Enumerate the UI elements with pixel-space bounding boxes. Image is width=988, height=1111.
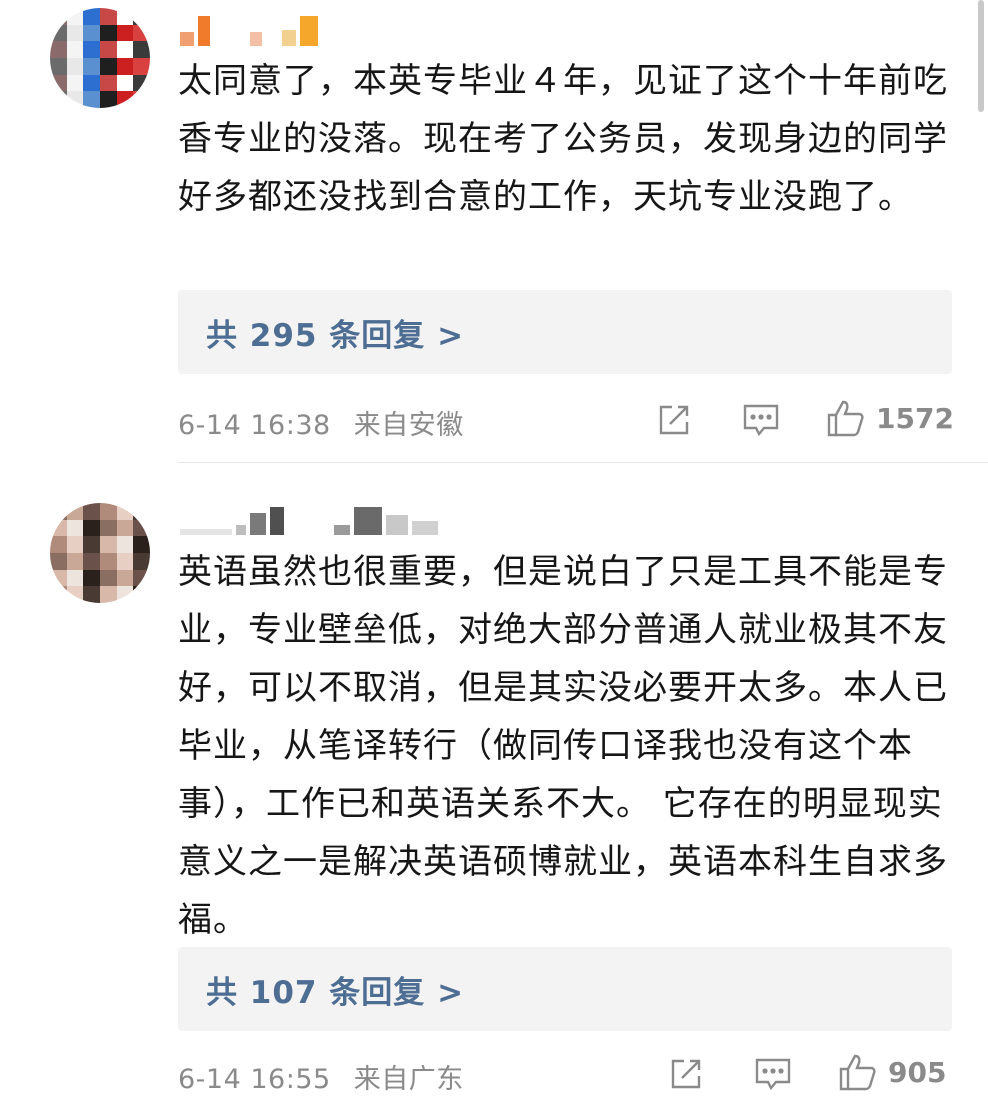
comment-2: 英语虽然也很重要，但是说白了只是工具不能是专业，专业壁垒低，对绝大部分普通人就业… (0, 463, 988, 1111)
comment-button[interactable] (754, 1056, 792, 1092)
comment-icon (755, 1058, 791, 1091)
replies-count-label: 共 107 条回复 > (206, 974, 465, 1011)
comment-meta: 6-14 16:55 来自广东 (178, 1057, 464, 1096)
username-redacted[interactable] (180, 499, 442, 535)
like-icon (839, 1054, 876, 1091)
comment-text: 太同意了，本英专毕业４年，见证了这个十年前吃香专业的没落。现在考了公务员，发现身… (178, 61, 948, 217)
like-count: 905 (888, 1055, 947, 1089)
view-replies-button[interactable]: 共 295 条回复 > (178, 290, 952, 374)
location: 来自安徽 (353, 410, 464, 441)
repost-button[interactable] (656, 402, 692, 438)
comment-1: 太同意了，本英专毕业４年，见证了这个十年前吃香专业的没落。现在考了公务员，发现身… (0, 0, 988, 462)
location: 来自广东 (353, 1064, 464, 1095)
view-replies-button[interactable]: 共 107 条回复 > (178, 947, 952, 1031)
like-count: 1572 (876, 401, 954, 435)
repost-icon (659, 405, 689, 435)
comment-button[interactable] (742, 402, 780, 438)
username-redacted[interactable] (180, 10, 322, 46)
avatar[interactable] (50, 8, 150, 108)
like-icon (827, 400, 864, 437)
like-button[interactable]: 1572 (826, 398, 954, 438)
comment-text: 英语虽然也很重要，但是说白了只是工具不能是专业，专业壁垒低，对绝大部分普通人就业… (178, 552, 948, 940)
avatar[interactable] (50, 503, 150, 603)
timestamp: 6-14 16:55 (178, 1064, 331, 1095)
comment-icon (743, 404, 779, 437)
like-button[interactable]: 905 (838, 1052, 946, 1092)
replies-count-label: 共 295 条回复 > (206, 317, 465, 354)
timestamp: 6-14 16:38 (178, 410, 331, 441)
comment-meta: 6-14 16:38 来自安徽 (178, 403, 464, 442)
repost-button[interactable] (668, 1056, 704, 1092)
repost-icon (671, 1059, 701, 1089)
